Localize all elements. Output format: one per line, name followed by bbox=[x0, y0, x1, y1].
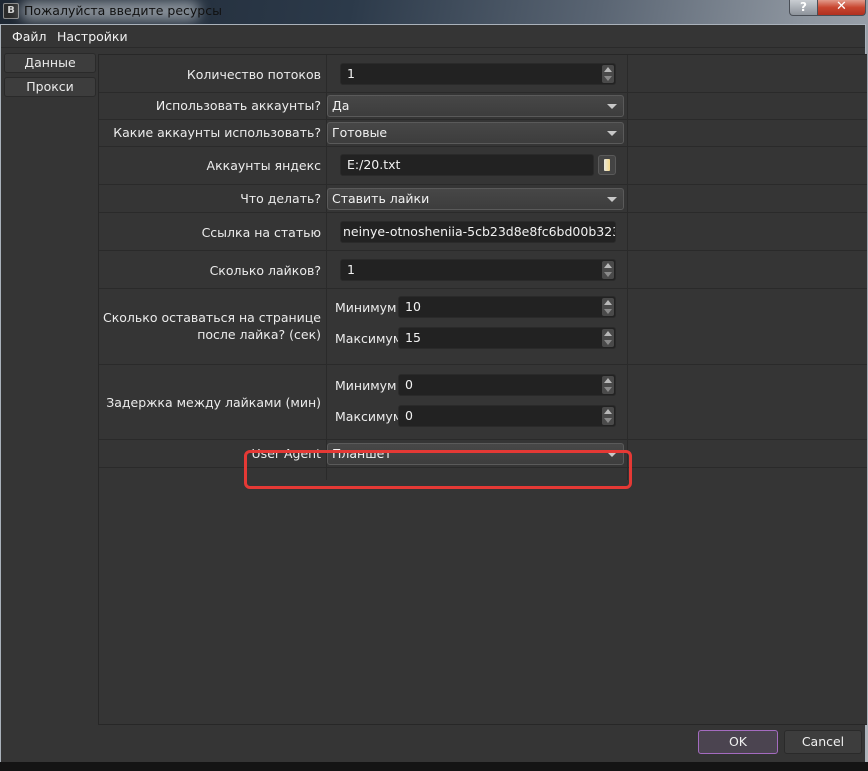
use-accounts-label: Использовать аккаунты? bbox=[155, 98, 321, 113]
which-accounts-dropdown[interactable]: Готовые bbox=[327, 122, 624, 144]
taskbar-strip bbox=[0, 762, 868, 771]
menu-settings[interactable]: Настройки bbox=[57, 29, 128, 44]
delay-max-label: Максимум bbox=[335, 409, 403, 424]
row-likes-count: Сколько лайков? 1 bbox=[99, 251, 867, 289]
delay-label: Задержка между лайками (мин) bbox=[106, 395, 321, 410]
ok-button[interactable]: OK bbox=[698, 730, 778, 754]
action-value: Ставить лайки bbox=[332, 191, 430, 206]
spin-arrows-icon[interactable] bbox=[602, 298, 614, 316]
delay-min-spinbox[interactable]: 0 bbox=[398, 374, 616, 396]
use-accounts-dropdown[interactable]: Да bbox=[327, 95, 624, 117]
spin-arrows-icon[interactable] bbox=[602, 65, 614, 83]
help-button[interactable]: ? bbox=[789, 0, 818, 16]
menu-bar: Файл Настройки bbox=[1, 25, 865, 48]
likes-count-spinbox[interactable]: 1 bbox=[340, 259, 616, 281]
chevron-down-icon bbox=[607, 131, 617, 136]
dialog-window: Файл Настройки Данные Прокси Количество … bbox=[0, 24, 867, 769]
chevron-down-icon bbox=[607, 197, 617, 202]
threads-spinbox[interactable]: 1 bbox=[340, 63, 616, 85]
spin-arrows-icon[interactable] bbox=[602, 261, 614, 279]
delay-max-value: 0 bbox=[405, 408, 413, 423]
sidebar-item-data[interactable]: Данные bbox=[4, 53, 96, 73]
menu-file[interactable]: Файл bbox=[12, 29, 47, 44]
row-article-link: Ссылка на статью neinye-otnosheniia-5cb2… bbox=[99, 213, 867, 251]
row-yandex-accounts: Аккаунты яндекс E:/20.txt bbox=[99, 147, 867, 185]
use-accounts-value: Да bbox=[332, 98, 350, 113]
stay-max-spinbox[interactable]: 15 bbox=[398, 327, 616, 349]
which-accounts-label: Какие аккаунты использовать? bbox=[113, 125, 321, 140]
row-which-accounts: Какие аккаунты использовать? Готовые bbox=[99, 120, 867, 147]
threads-label: Количество потоков bbox=[186, 67, 321, 82]
sidebar-item-proxy[interactable]: Прокси bbox=[4, 77, 96, 97]
spin-arrows-icon[interactable] bbox=[602, 329, 614, 347]
window-title: Пожалуйста введите ресурсы bbox=[24, 3, 222, 18]
highlight-box bbox=[244, 450, 632, 489]
app-icon: B bbox=[3, 3, 19, 19]
cancel-button[interactable]: Cancel bbox=[784, 730, 862, 754]
article-link-label: Ссылка на статью bbox=[201, 225, 321, 240]
stay-max-value: 15 bbox=[405, 330, 421, 345]
spin-arrows-icon[interactable] bbox=[602, 376, 614, 394]
article-link-value: neinye-otnosheniia-5cb23d8e8fc6bd00b323b… bbox=[343, 224, 615, 239]
stay-time-label-line1: Сколько оставаться на странице bbox=[102, 310, 321, 325]
delay-min-label: Минимум bbox=[335, 378, 397, 393]
folder-icon bbox=[604, 159, 610, 171]
action-label: Что делать? bbox=[240, 191, 321, 206]
row-threads: Количество потоков 1 bbox=[99, 55, 867, 93]
row-stay-time: Сколько оставаться на странице после лай… bbox=[99, 289, 867, 365]
title-bar: B Пожалуйста введите ресурсы ? ✕ bbox=[0, 0, 868, 24]
delay-min-value: 0 bbox=[405, 377, 413, 392]
stay-max-label: Максимум bbox=[335, 331, 403, 346]
close-button[interactable]: ✕ bbox=[817, 0, 866, 16]
yandex-accounts-value: E:/20.txt bbox=[347, 157, 401, 172]
yandex-accounts-label: Аккаунты яндекс bbox=[206, 158, 321, 173]
likes-count-label: Сколько лайков? bbox=[209, 263, 321, 278]
stay-time-label-line2: после лайка? (сек) bbox=[197, 327, 321, 342]
row-delay: Задержка между лайками (мин) Минимум 0 М… bbox=[99, 365, 867, 440]
row-action: Что делать? Ставить лайки bbox=[99, 185, 867, 213]
delay-max-spinbox[interactable]: 0 bbox=[398, 405, 616, 427]
stay-min-label: Минимум bbox=[335, 300, 397, 315]
which-accounts-value: Готовые bbox=[332, 125, 388, 140]
article-link-input[interactable]: neinye-otnosheniia-5cb23d8e8fc6bd00b323b… bbox=[340, 221, 616, 243]
action-dropdown[interactable]: Ставить лайки bbox=[327, 188, 624, 210]
chevron-down-icon bbox=[607, 104, 617, 109]
browse-file-button[interactable] bbox=[598, 155, 616, 175]
form-panel: Количество потоков 1 Использовать аккаун… bbox=[98, 54, 867, 725]
stay-min-value: 10 bbox=[405, 299, 421, 314]
likes-count-value: 1 bbox=[347, 262, 355, 277]
yandex-accounts-input[interactable]: E:/20.txt bbox=[340, 154, 594, 176]
threads-value: 1 bbox=[347, 66, 355, 81]
stay-min-spinbox[interactable]: 10 bbox=[398, 296, 616, 318]
row-use-accounts: Использовать аккаунты? Да bbox=[99, 93, 867, 120]
spin-arrows-icon[interactable] bbox=[602, 407, 614, 425]
